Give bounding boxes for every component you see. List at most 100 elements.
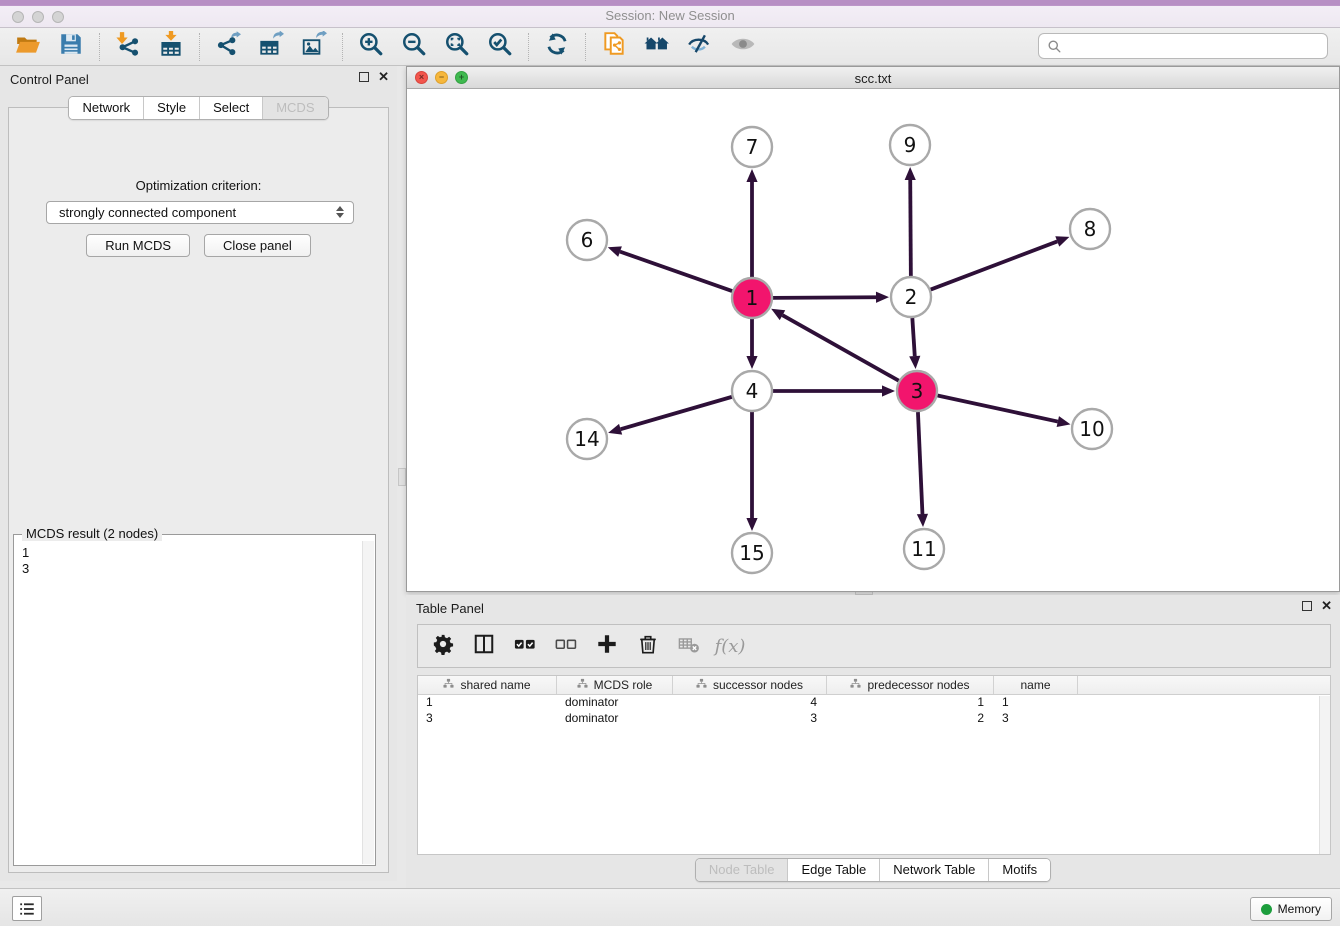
- control-panel-tabs: NetworkStyleSelectMCDS: [0, 96, 397, 120]
- add-column-button[interactable]: [594, 633, 620, 659]
- edge-2-8[interactable]: [931, 241, 1058, 289]
- refresh-icon: [544, 31, 570, 62]
- network-canvas[interactable]: 7968124314101511: [407, 89, 1339, 591]
- table-cell[interactable]: 4: [673, 695, 827, 711]
- column-header-label: shared name: [460, 678, 530, 692]
- graph-node-label: 11: [911, 537, 936, 561]
- tree-icon: [850, 678, 861, 692]
- edge-1-2[interactable]: [773, 297, 876, 298]
- table-cell[interactable]: 2: [827, 711, 994, 727]
- memory-button[interactable]: Memory: [1250, 897, 1332, 921]
- deselect-all-icon: [555, 633, 577, 660]
- open-session-button[interactable]: [13, 32, 43, 62]
- tree-icon: [696, 678, 707, 692]
- mcds-result-line: 3: [22, 561, 361, 577]
- optimization-criterion-select[interactable]: strongly connected component: [46, 201, 354, 224]
- show-panels-icon: [730, 31, 756, 62]
- export-table-button[interactable]: [256, 32, 286, 62]
- search-input[interactable]: [1067, 36, 1327, 56]
- zoom-out-button[interactable]: [399, 32, 429, 62]
- table-cell[interactable]: dominator: [557, 711, 673, 727]
- tab-network-table[interactable]: Network Table: [880, 859, 989, 881]
- import-network-button[interactable]: [113, 32, 143, 62]
- table-row[interactable]: 3dominator323: [418, 711, 1330, 727]
- export-network-button[interactable]: [213, 32, 243, 62]
- deselect-all-button[interactable]: [553, 633, 579, 659]
- node-table-scrollbar[interactable]: [1319, 696, 1330, 854]
- node-table-header: shared name MCDS role successor nodes prede…: [418, 676, 1330, 695]
- run-mcds-button[interactable]: Run MCDS: [86, 234, 190, 257]
- edge-3-1[interactable]: [782, 315, 898, 381]
- main-toolbar: [0, 28, 1340, 66]
- import-table-button[interactable]: [156, 32, 186, 62]
- edge-3-11[interactable]: [918, 412, 923, 514]
- graph-node-label: 9: [904, 133, 917, 157]
- tab-select[interactable]: Select: [200, 97, 263, 119]
- close-table-panel-icon[interactable]: ✕: [1321, 601, 1332, 611]
- mcds-result-title: MCDS result (2 nodes): [22, 526, 162, 541]
- column-header-label: predecessor nodes: [867, 678, 969, 692]
- column-header-shared-name[interactable]: shared name: [418, 676, 557, 694]
- zoom-in-button[interactable]: [356, 32, 386, 62]
- close-panel-icon[interactable]: ✕: [378, 72, 389, 82]
- table-cell[interactable]: 1: [994, 695, 1078, 711]
- table-cell[interactable]: dominator: [557, 695, 673, 711]
- save-session-button[interactable]: [56, 32, 86, 62]
- search-box[interactable]: [1038, 33, 1328, 59]
- table-row[interactable]: 1dominator411: [418, 695, 1330, 711]
- import-network-icon: [115, 31, 141, 62]
- tab-style[interactable]: Style: [144, 97, 200, 119]
- mcds-tab-content: Optimization criterion: strongly connect…: [8, 107, 389, 873]
- edge-arrow-icon: [1055, 236, 1069, 246]
- edge-arrow-icon: [746, 169, 757, 182]
- float-panel-icon[interactable]: [359, 72, 369, 82]
- table-cell[interactable]: 1: [418, 695, 557, 711]
- tab-mcds[interactable]: MCDS: [263, 97, 327, 119]
- column-header-label: successor nodes: [713, 678, 803, 692]
- optimization-criterion-label: Optimization criterion:: [9, 178, 388, 193]
- edge-2-3[interactable]: [912, 318, 914, 356]
- vertical-splitter-grip[interactable]: [398, 468, 406, 486]
- column-layout-icon: [473, 633, 495, 660]
- mcds-result-scrollbar[interactable]: [362, 541, 374, 864]
- export-image-button[interactable]: [299, 32, 329, 62]
- table-cell[interactable]: 3: [418, 711, 557, 727]
- tab-network[interactable]: Network: [69, 97, 144, 119]
- zoom-fit-button[interactable]: [442, 32, 472, 62]
- edge-1-6[interactable]: [620, 252, 732, 291]
- tab-edge-table[interactable]: Edge Table: [788, 859, 880, 881]
- function-builder-icon: f(x): [715, 636, 746, 657]
- edge-4-14[interactable]: [621, 397, 732, 429]
- column-header-predecessor-nodes[interactable]: predecessor nodes: [827, 676, 994, 694]
- hide-panels-button[interactable]: [685, 32, 715, 62]
- table-settings-button[interactable]: [430, 633, 456, 659]
- edge-2-9[interactable]: [910, 180, 911, 276]
- tab-node-table[interactable]: Node Table: [696, 859, 789, 881]
- delete-column-icon: [637, 633, 659, 660]
- column-layout-button[interactable]: [471, 633, 497, 659]
- refresh-button[interactable]: [542, 32, 572, 62]
- home-icon: [644, 31, 670, 62]
- delete-column-button[interactable]: [635, 633, 661, 659]
- float-table-panel-icon[interactable]: [1302, 601, 1312, 611]
- graph-node-label: 3: [911, 379, 924, 403]
- column-header-MCDS-role[interactable]: MCDS role: [557, 676, 673, 694]
- clone-network-button[interactable]: [599, 32, 629, 62]
- column-header-name[interactable]: name: [994, 676, 1078, 694]
- graph-node-label: 1: [746, 286, 759, 310]
- show-panels-button[interactable]: [728, 32, 758, 62]
- task-history-button[interactable]: [12, 896, 42, 921]
- home-button[interactable]: [642, 32, 672, 62]
- table-toolbar: f(x): [417, 624, 1331, 668]
- edge-arrow-icon: [882, 385, 895, 396]
- table-cell[interactable]: 3: [673, 711, 827, 727]
- table-cell[interactable]: 1: [827, 695, 994, 711]
- import-table-icon: [158, 31, 184, 62]
- close-panel-button[interactable]: Close panel: [204, 234, 311, 257]
- table-cell[interactable]: 3: [994, 711, 1078, 727]
- edge-3-10[interactable]: [938, 395, 1058, 421]
- tab-motifs[interactable]: Motifs: [989, 859, 1050, 881]
- select-all-button[interactable]: [512, 633, 538, 659]
- zoom-selected-button[interactable]: [485, 32, 515, 62]
- column-header-successor-nodes[interactable]: successor nodes: [673, 676, 827, 694]
